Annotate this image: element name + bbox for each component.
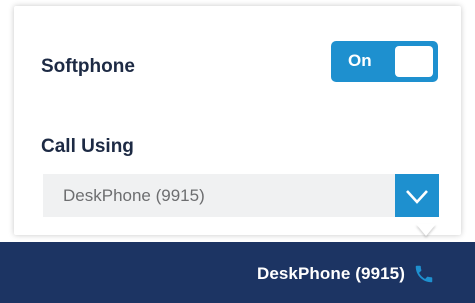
softphone-toggle[interactable]: On bbox=[331, 41, 438, 82]
status-bar-label[interactable]: DeskPhone (9915) bbox=[257, 264, 405, 284]
call-using-selected-value: DeskPhone (9915) bbox=[63, 186, 205, 205]
toggle-state-label: On bbox=[348, 51, 372, 70]
call-using-select[interactable]: DeskPhone (9915) bbox=[43, 174, 439, 217]
chevron-down-icon bbox=[406, 190, 428, 204]
softphone-popup: Softphone On Call Using DeskPhone (9915) bbox=[14, 6, 461, 235]
toggle-knob bbox=[395, 46, 433, 77]
popup-arrow bbox=[416, 224, 436, 236]
status-bar: DeskPhone (9915) bbox=[0, 242, 475, 303]
call-using-label: Call Using bbox=[41, 136, 134, 157]
dropdown-button[interactable] bbox=[395, 174, 439, 217]
phone-icon[interactable] bbox=[413, 263, 435, 285]
softphone-label: Softphone bbox=[41, 56, 135, 77]
